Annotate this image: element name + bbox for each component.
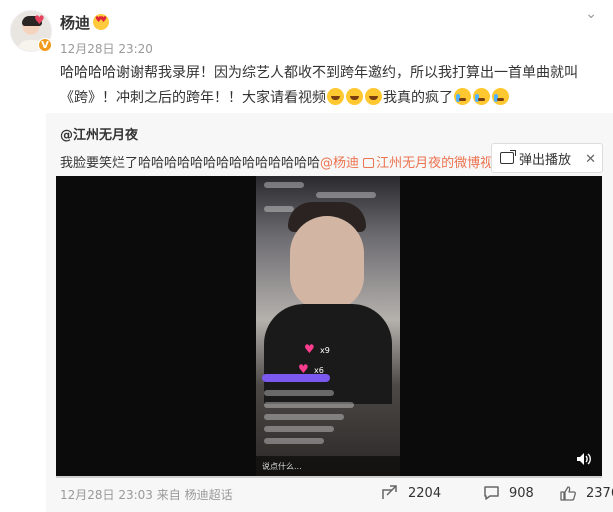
comment-icon xyxy=(484,486,499,500)
popout-play-button[interactable]: 弹出播放 ✕ xyxy=(491,143,603,173)
video-icon xyxy=(363,158,375,168)
comment-pill xyxy=(262,374,330,382)
heart-icon: ♥ xyxy=(304,342,315,356)
post-content-line-2a: 《跨》！冲刺之后的跨年！！大家请看视频 xyxy=(60,90,326,106)
laugh-emoji-icon xyxy=(327,88,344,105)
repost-author[interactable]: @江州无月夜 xyxy=(60,124,138,143)
video-player[interactable]: ♥ x9 ♥ x6 说点什么... xyxy=(56,176,602,476)
repost-button[interactable]: 2204 xyxy=(381,485,441,501)
popout-icon xyxy=(500,150,516,164)
heart-eyes-emoji-icon xyxy=(93,14,109,30)
crying-laugh-emoji-icon xyxy=(473,88,490,105)
post-content: 哈哈哈哈谢谢帮我录屏！因为综艺人都收不到跨年邀约，所以我打算出一首单曲就叫 《跨… xyxy=(60,61,600,111)
heart-icon: ♥ xyxy=(34,13,45,27)
like-button[interactable]: 23765 xyxy=(560,485,613,501)
phone-input-bar: 说点什么... xyxy=(256,456,400,476)
post-content-line-1: 哈哈哈哈谢谢帮我录屏！因为综艺人都收不到跨年邀约，所以我打算出一首单曲就叫 xyxy=(60,65,578,81)
video-frame: ♥ x9 ♥ x6 说点什么... xyxy=(256,176,400,476)
close-icon[interactable]: ✕ xyxy=(585,152,596,167)
username[interactable]: 杨迪 xyxy=(60,12,90,33)
verified-badge-icon: V xyxy=(38,38,52,52)
weibo-post: ♥ V 杨迪 ⌄ 12月28日 23:20 哈哈哈哈谢谢帮我录屏！因为综艺人都收… xyxy=(0,0,613,512)
thumbs-up-icon xyxy=(560,486,576,501)
repost-meta: 12月28日 23:03 来自 杨迪超话 xyxy=(60,488,233,502)
repost-text: 我脸要笑烂了哈哈哈哈哈哈哈哈哈哈哈哈哈哈@杨迪 江州无月夜的微博视频 xyxy=(60,156,507,171)
repost-card: @江州无月夜 我脸要笑烂了哈哈哈哈哈哈哈哈哈哈哈哈哈哈@杨迪 江州无月夜的微博视… xyxy=(46,113,613,512)
share-icon xyxy=(382,485,397,499)
comment-button[interactable]: 908 xyxy=(483,485,534,501)
post-timestamp[interactable]: 12月28日 23:20 xyxy=(60,40,153,57)
laugh-emoji-icon xyxy=(365,88,382,105)
crying-laugh-emoji-icon xyxy=(492,88,509,105)
crying-laugh-emoji-icon xyxy=(454,88,471,105)
gift-count: x9 xyxy=(320,346,330,355)
laugh-emoji-icon xyxy=(346,88,363,105)
chevron-down-icon[interactable]: ⌄ xyxy=(585,6,597,22)
video-link[interactable]: 江州无月夜的微博视频 xyxy=(363,156,506,171)
mention-link[interactable]: @杨迪 xyxy=(320,156,359,171)
volume-icon[interactable] xyxy=(576,452,592,466)
post-content-line-2b: 我真的疯了 xyxy=(383,90,453,106)
video-progress-bar[interactable] xyxy=(56,476,602,478)
